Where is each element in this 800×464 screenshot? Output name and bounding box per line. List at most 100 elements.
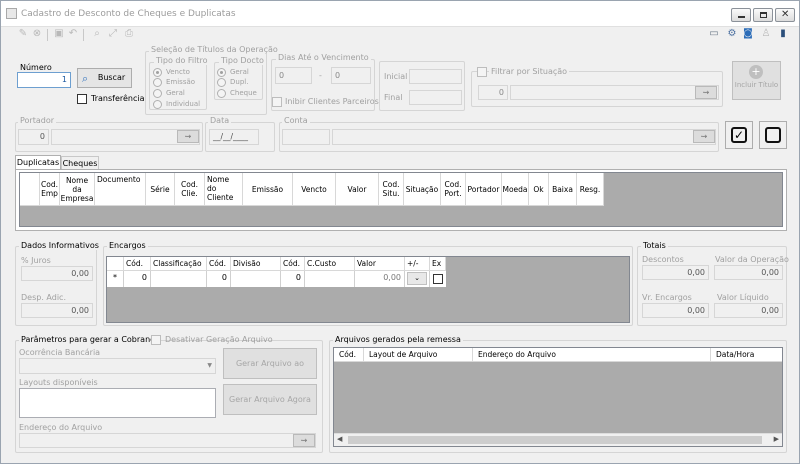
radio-individual[interactable] — [153, 100, 162, 109]
dup-col-0[interactable]: Cod. Emp — [40, 173, 60, 206]
col-cod[interactable]: Cód. — [334, 348, 364, 361]
encargos-new-row[interactable]: * 0 0 0 0,00 ⌄ — [107, 271, 446, 287]
conta-code-input[interactable] — [282, 129, 330, 145]
gerar-gravar-button[interactable]: Gerar Arquivo ao Gravar — [223, 348, 317, 397]
ocorrencia-select[interactable]: ▼ — [19, 358, 216, 374]
tools-icon[interactable]: ⚙ — [726, 28, 738, 42]
vrenc-input[interactable]: 0,00 — [642, 303, 709, 318]
tab-duplicatas[interactable]: Duplicatas — [15, 155, 61, 169]
col-endereco[interactable]: Endereço do Arquivo — [473, 348, 711, 361]
dup-col-1[interactable]: Nome da Empresa — [60, 173, 95, 206]
uncheck-all-button[interactable] — [759, 121, 787, 149]
enc-col-5[interactable]: C.Custo — [305, 257, 355, 271]
dup-col-7[interactable]: Vencto — [293, 173, 336, 206]
radio-geral[interactable] — [153, 89, 162, 98]
dup-col-8[interactable]: Valor — [336, 173, 379, 206]
dup-col-2[interactable]: Documento — [95, 173, 146, 206]
final-input[interactable] — [409, 90, 462, 105]
undo-icon[interactable]: ↶ — [67, 28, 79, 42]
enc-col-2[interactable]: Cód. — [207, 257, 231, 271]
chevron-down-icon[interactable]: ⌄ — [407, 272, 427, 285]
radio-docto-geral[interactable] — [217, 68, 226, 77]
enc-cell-divisao[interactable] — [231, 271, 281, 287]
tab-cheques[interactable]: Cheques — [61, 156, 99, 169]
dup-col-3[interactable]: Série — [146, 173, 175, 206]
print-icon[interactable]: ⎙ — [123, 28, 135, 42]
enc-col-6[interactable]: Valor — [355, 257, 405, 271]
dup-col-9[interactable]: Cod. Situ. — [379, 173, 404, 206]
desp-input[interactable]: 0,00 — [21, 303, 93, 318]
dup-col-11[interactable]: Cod. Port. — [441, 173, 466, 206]
search-icon[interactable]: ⌕ — [91, 28, 103, 42]
minimize-button[interactable] — [731, 8, 751, 22]
enc-col-4[interactable]: Cód. — [281, 257, 305, 271]
dup-col-14[interactable]: Ok — [529, 173, 549, 206]
layouts-list[interactable] — [19, 388, 216, 418]
situacao-checkbox[interactable] — [477, 67, 487, 77]
portador-code-input[interactable]: 0 — [18, 129, 49, 145]
cancel-icon[interactable]: ⊗ — [31, 28, 43, 42]
dup-col-10[interactable]: Situação — [404, 173, 441, 206]
numero-input[interactable]: 1 — [17, 72, 71, 88]
enc-col-8[interactable]: Ex — [430, 257, 446, 271]
dias-from-input[interactable]: 0 — [275, 67, 312, 84]
incluir-titulo-button[interactable]: + Incluir Título — [732, 61, 781, 100]
dup-col-5[interactable]: Nome do Cliente — [205, 173, 243, 206]
inicial-input[interactable] — [409, 69, 462, 84]
situacao-name-input[interactable] — [510, 85, 719, 100]
scroll-right-icon[interactable]: ▶ — [774, 435, 779, 443]
dup-col-12[interactable]: Portador — [466, 173, 502, 206]
conta-lookup-button[interactable]: ⇝ — [693, 130, 715, 143]
enc-col-1[interactable]: Classificação — [151, 257, 207, 271]
dup-col-6[interactable]: Emissão — [243, 173, 293, 206]
enc-col-0[interactable]: Cód. — [124, 257, 151, 271]
close-button[interactable]: ✕ — [775, 8, 795, 22]
user-icon[interactable]: ♙ — [760, 28, 772, 42]
descontos-input[interactable]: 0,00 — [642, 265, 709, 280]
radio-vencto[interactable] — [153, 68, 162, 77]
enc-cell-cod2[interactable]: 0 — [207, 271, 231, 287]
ex-checkbox[interactable] — [433, 274, 443, 284]
exit-icon[interactable]: ▮ — [777, 28, 789, 42]
check-all-button[interactable]: ✓ — [725, 121, 753, 149]
expand-icon[interactable]: ⤢ — [107, 28, 119, 42]
transferencia-checkbox[interactable] — [77, 94, 87, 104]
enc-col-7[interactable]: +/- — [405, 257, 430, 271]
inibir-checkbox[interactable] — [272, 97, 282, 107]
new-icon[interactable]: ✎ — [17, 28, 29, 42]
scroll-thumb[interactable] — [348, 436, 762, 444]
help-icon[interactable]: ◙ — [742, 28, 754, 42]
enc-cell-sign[interactable]: ⌄ — [405, 271, 430, 287]
save-icon[interactable]: ▣ — [53, 28, 65, 42]
data-input[interactable]: __/__/____ — [209, 129, 259, 145]
arquivos-list[interactable] — [333, 347, 783, 447]
conta-name-input[interactable] — [332, 129, 716, 145]
endereco-input[interactable] — [19, 433, 316, 448]
juros-input[interactable]: 0,00 — [21, 266, 93, 281]
dup-col-15[interactable]: Baixa — [549, 173, 577, 206]
enc-col-3[interactable]: Divisão — [231, 257, 281, 271]
dias-to-input[interactable]: 0 — [331, 67, 371, 84]
enc-cell-cod1[interactable]: 0 — [124, 271, 151, 287]
dup-col-13[interactable]: Moeda — [502, 173, 529, 206]
scroll-left-icon[interactable]: ◀ — [337, 435, 342, 443]
radio-docto-dupl[interactable] — [217, 78, 226, 87]
dup-col-4[interactable]: Cod. Clie. — [175, 173, 205, 206]
valliq-input[interactable]: 0,00 — [714, 303, 783, 318]
situacao-code-input[interactable]: 0 — [478, 85, 508, 100]
enc-cell-ccusto[interactable] — [305, 271, 355, 287]
gerar-agora-button[interactable]: Gerar Arquivo Agora — [223, 384, 317, 415]
radio-docto-cheque[interactable] — [217, 89, 226, 98]
valop-input[interactable]: 0,00 — [714, 265, 783, 280]
situacao-lookup-button[interactable]: ⇝ — [695, 86, 717, 99]
dup-col-16[interactable]: Resg. — [577, 173, 604, 206]
portador-lookup-button[interactable]: ⇝ — [177, 130, 199, 143]
enc-cell-valor[interactable]: 0,00 — [355, 271, 405, 287]
enc-cell-ex[interactable] — [430, 271, 446, 287]
monitor-icon[interactable]: ▭ — [708, 28, 720, 42]
col-layout[interactable]: Layout de Arquivo — [364, 348, 473, 361]
buscar-button[interactable]: ⌕ Buscar — [77, 68, 132, 88]
enc-cell-cod3[interactable]: 0 — [281, 271, 305, 287]
restore-button[interactable] — [753, 8, 773, 22]
enc-cell-classificacao[interactable] — [151, 271, 207, 287]
